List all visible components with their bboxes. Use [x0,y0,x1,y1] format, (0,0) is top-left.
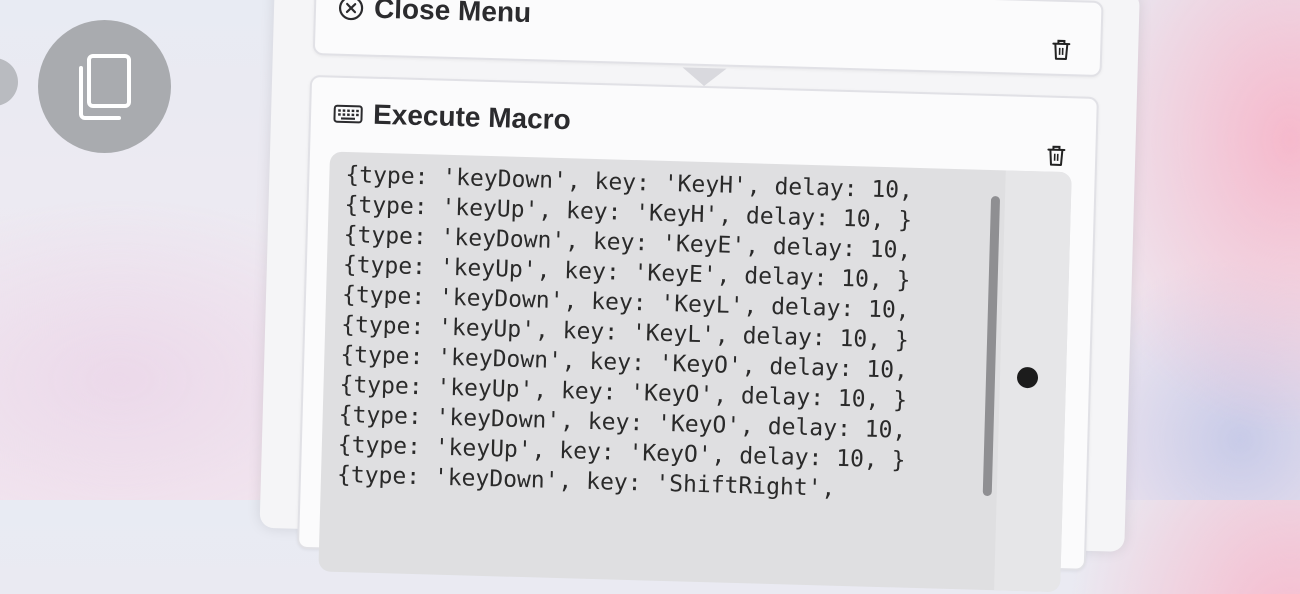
trash-icon[interactable] [1050,38,1073,63]
execute-macro-card[interactable]: Execute Macro {type: 'keyDown', key: 'Ke… [296,74,1099,593]
close-menu-title: Close Menu [338,0,532,29]
keyboard-icon [333,104,363,124]
side-button-partial[interactable] [0,58,18,106]
copy-button[interactable] [38,20,171,153]
copy-icon [78,53,131,120]
connector-arrow [682,67,727,87]
execute-macro-label: Execute Macro [372,98,572,136]
close-circle-icon [338,0,364,21]
macro-code-editor[interactable]: {type: 'keyDown', key: 'KeyH', delay: 10… [318,151,1072,593]
action-list-panel: Close Menu Execute Macro {type: 'keyDown… [259,0,1140,593]
execute-macro-title: Execute Macro [333,98,571,137]
macro-code[interactable]: {type: 'keyDown', key: 'KeyH', delay: 10… [337,160,914,506]
close-menu-card[interactable]: Close Menu [312,0,1104,78]
trash-icon[interactable] [1045,144,1068,169]
close-menu-label: Close Menu [373,0,532,29]
